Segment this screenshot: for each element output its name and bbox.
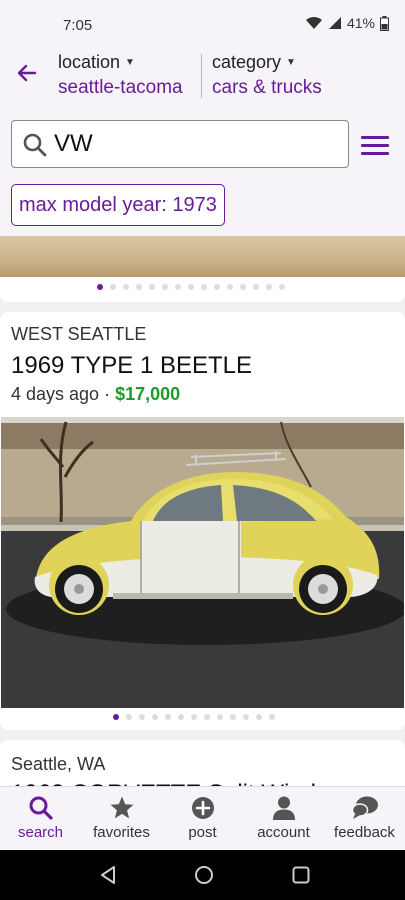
battery-percent: 41% <box>346 15 375 31</box>
search-icon <box>29 796 53 820</box>
carousel-dot <box>136 284 142 290</box>
carousel-dot <box>279 284 285 290</box>
carousel-dot <box>97 284 103 290</box>
listing-card[interactable]: WEST SEATTLE 1969 TYPE 1 BEETLE 4 days a… <box>0 312 405 730</box>
chat-icon <box>351 796 378 819</box>
category-selector[interactable]: category ▼ cars & trucks <box>212 52 322 99</box>
header-divider <box>201 54 202 98</box>
carousel-dot[interactable] <box>113 714 119 720</box>
nav-home-icon[interactable] <box>194 865 214 885</box>
location-label: location <box>58 52 121 72</box>
status-icons: 41% <box>305 15 389 31</box>
person-icon <box>272 796 295 820</box>
nav-search[interactable]: search <box>0 795 81 841</box>
listing-location: Seattle, WA <box>11 754 106 774</box>
nav-recents-icon[interactable] <box>291 865 311 885</box>
wifi-icon <box>305 16 322 29</box>
carousel-dot[interactable] <box>139 714 145 720</box>
battery-icon <box>380 15 389 31</box>
nav-label: feedback <box>334 824 395 841</box>
carousel-dots <box>97 284 285 290</box>
hamburger-menu-icon[interactable] <box>361 136 389 156</box>
carousel-dot <box>201 284 207 290</box>
caret-down-icon: ▼ <box>125 57 135 68</box>
category-label-row: category ▼ <box>212 52 322 73</box>
nav-label: favorites <box>93 824 150 841</box>
carousel-dot <box>253 284 259 290</box>
listing-title[interactable]: 1969 TYPE 1 BEETLE <box>11 352 252 380</box>
listing-card-previous[interactable] <box>0 236 405 302</box>
carousel-dot <box>123 284 129 290</box>
nav-post[interactable]: post <box>162 795 243 841</box>
nav-back-icon[interactable] <box>98 865 118 885</box>
signal-icon <box>328 17 341 29</box>
listing-price: $17,000 <box>115 384 181 404</box>
carousel-dot[interactable] <box>191 714 197 720</box>
nav-favorites[interactable]: favorites <box>81 795 162 841</box>
nav-account[interactable]: account <box>243 795 324 841</box>
star-icon <box>110 796 133 819</box>
carousel-dot <box>149 284 155 290</box>
nav-feedback[interactable]: feedback <box>324 795 405 841</box>
carousel-dot <box>240 284 246 290</box>
status-time: 7:05 <box>63 17 93 34</box>
status-bar: 7:05 41% <box>0 0 405 46</box>
bottom-nav: search favorites post account feedback <box>0 786 405 850</box>
carousel-dot <box>175 284 181 290</box>
location-value: seattle-tacoma <box>58 77 183 98</box>
listing-meta: 4 days ago · $17,000 <box>11 384 180 405</box>
carousel-dot[interactable] <box>269 714 275 720</box>
listing-age: 4 days ago <box>11 384 100 404</box>
search-box[interactable] <box>11 120 349 168</box>
listing-location: WEST SEATTLE <box>11 324 147 344</box>
carousel-dot[interactable] <box>217 714 223 720</box>
search-icon <box>23 133 47 157</box>
back-arrow-icon[interactable] <box>14 60 40 86</box>
carousel-dot[interactable] <box>152 714 158 720</box>
location-selector[interactable]: location ▼ seattle-tacoma <box>58 52 183 99</box>
carousel-dot <box>214 284 220 290</box>
carousel-dot <box>162 284 168 290</box>
filter-chip-max-model-year[interactable]: max model year: 1973 <box>11 184 225 226</box>
system-nav-bar <box>0 850 405 900</box>
listing-photo[interactable] <box>0 236 405 277</box>
carousel-dot <box>227 284 233 290</box>
category-value: cars & trucks <box>212 77 322 98</box>
nav-label: search <box>17 824 64 841</box>
carousel-dot <box>110 284 116 290</box>
carousel-dot <box>266 284 272 290</box>
caret-down-icon: ▼ <box>286 57 296 68</box>
app-header: location ▼ seattle-tacoma category ▼ car… <box>0 46 405 236</box>
carousel-dot <box>188 284 194 290</box>
carousel-dots <box>113 714 275 720</box>
carousel-dot[interactable] <box>165 714 171 720</box>
carousel-dot[interactable] <box>178 714 184 720</box>
meta-separator: · <box>104 384 111 404</box>
search-input[interactable] <box>54 129 334 159</box>
carousel-dot[interactable] <box>126 714 132 720</box>
location-label-row: location ▼ <box>58 52 183 73</box>
plus-icon <box>191 797 214 819</box>
carousel-dot[interactable] <box>256 714 262 720</box>
listing-photo[interactable] <box>1 417 404 708</box>
carousel-dot[interactable] <box>204 714 210 720</box>
category-label: category <box>212 52 282 72</box>
nav-label: post <box>188 824 217 841</box>
carousel-dot[interactable] <box>230 714 236 720</box>
nav-label: account <box>257 824 310 841</box>
carousel-dot[interactable] <box>243 714 249 720</box>
